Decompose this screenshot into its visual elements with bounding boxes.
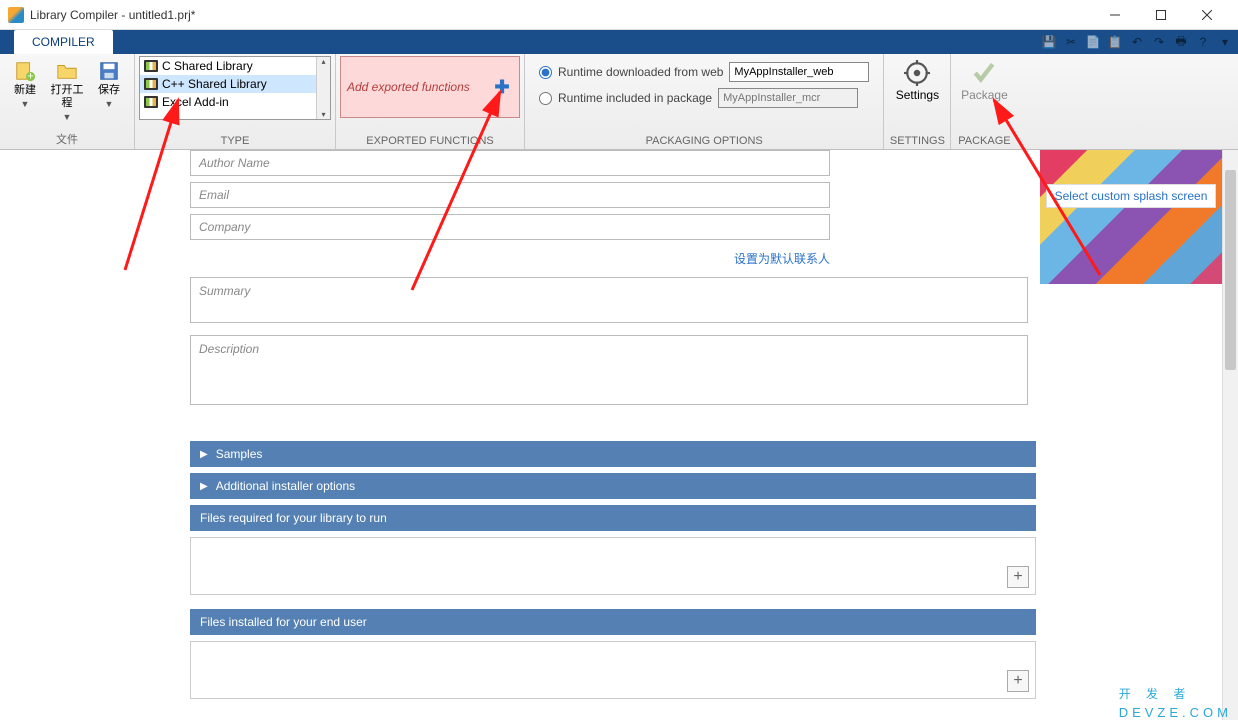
open-icon — [56, 60, 78, 82]
settings-button[interactable]: Settings — [888, 56, 946, 102]
type-listbox[interactable]: C Shared Library C++ Shared Library Exce… — [139, 56, 331, 120]
redo-icon[interactable]: ↷ — [1150, 33, 1168, 51]
cut-icon[interactable]: ✂ — [1062, 33, 1080, 51]
library-icon — [144, 78, 158, 90]
section-required-files: Files required for your library to run — [190, 505, 1036, 531]
quick-access-toolbar: 💾 ✂ 📄 📋 ↶ ↷ 🖶 ? ▾ — [1040, 30, 1234, 54]
add-installed-file-button[interactable]: + — [1007, 670, 1029, 692]
scrollbar[interactable]: ▴▾ — [316, 57, 330, 119]
default-contact-link[interactable]: 设置为默认联系人 — [190, 246, 830, 277]
runtime-package-option[interactable]: Runtime included in package — [539, 88, 869, 108]
paste-icon[interactable]: 📋 — [1106, 33, 1124, 51]
svg-text:+: + — [27, 70, 33, 82]
exported-functions-box[interactable]: Add exported functions ✚ — [340, 56, 520, 118]
app-icon — [8, 7, 24, 23]
author-field[interactable]: Author Name — [190, 150, 830, 176]
minimize-button[interactable] — [1092, 0, 1138, 30]
more-icon[interactable]: ▾ — [1216, 33, 1234, 51]
window-title: Library Compiler - untitled1.prj* — [30, 8, 1092, 22]
ribbon-group-settings: Settings SETTINGS — [884, 54, 951, 149]
package-button[interactable]: Package — [955, 56, 1013, 102]
tabstrip: COMPILER 💾 ✂ 📄 📋 ↶ ↷ 🖶 ? ▾ — [0, 30, 1238, 54]
chevron-down-icon: ▼ — [63, 112, 72, 122]
ribbon-group-exported: Add exported functions ✚ EXPORTED FUNCTI… — [336, 54, 525, 149]
runtime-web-option[interactable]: Runtime downloaded from web — [539, 62, 869, 82]
type-item[interactable]: C Shared Library — [140, 57, 330, 75]
installed-files-box[interactable]: + — [190, 641, 1036, 699]
close-button[interactable] — [1184, 0, 1230, 30]
scrollbar-thumb[interactable] — [1225, 170, 1236, 370]
email-field[interactable]: Email — [190, 182, 830, 208]
check-icon — [971, 60, 997, 86]
save-button[interactable]: 保存 ▼ — [88, 56, 130, 109]
help-icon[interactable]: ? — [1194, 33, 1212, 51]
section-samples[interactable]: ▶Samples — [190, 441, 1036, 467]
add-function-button[interactable]: ✚ — [491, 76, 513, 98]
library-icon — [144, 60, 158, 72]
main-scroll[interactable]: Author Name Email Company 设置为默认联系人 Summa… — [0, 150, 1238, 720]
chevron-right-icon: ▶ — [200, 481, 208, 492]
gear-icon — [904, 60, 930, 86]
ribbon-group-packaging: Runtime downloaded from web Runtime incl… — [525, 54, 884, 149]
company-field[interactable]: Company — [190, 214, 830, 240]
runtime-web-field[interactable] — [729, 62, 869, 82]
ribbon-group-type: C Shared Library C++ Shared Library Exce… — [135, 54, 336, 149]
type-item[interactable]: Excel Add-in — [140, 93, 330, 111]
summary-field[interactable]: Summary — [190, 277, 1028, 323]
print-icon[interactable]: 🖶 — [1172, 33, 1190, 51]
ribbon: + 新建 ▼ 打开工程 ▼ 保存 ▼ 文件 C Shared Library C… — [0, 54, 1238, 150]
section-additional-options[interactable]: ▶Additional installer options — [190, 473, 1036, 499]
type-item-selected[interactable]: C++ Shared Library — [140, 75, 330, 93]
watermark: 开 发 者 DEVZE.COM — [1119, 673, 1232, 720]
save-icon[interactable]: 💾 — [1040, 33, 1058, 51]
new-button[interactable]: + 新建 ▼ — [4, 56, 46, 109]
new-icon: + — [14, 60, 36, 82]
runtime-package-field — [718, 88, 858, 108]
library-info-form: Author Name Email Company 设置为默认联系人 Summa… — [190, 150, 1036, 405]
tab-compiler[interactable]: COMPILER — [14, 30, 113, 54]
required-files-box[interactable]: + — [190, 537, 1036, 595]
copy-icon[interactable]: 📄 — [1084, 33, 1102, 51]
section-installed-files: Files installed for your end user — [190, 609, 1036, 635]
description-field[interactable]: Description — [190, 335, 1028, 405]
runtime-web-radio[interactable] — [539, 66, 552, 79]
titlebar: Library Compiler - untitled1.prj* — [0, 0, 1238, 30]
runtime-package-radio[interactable] — [539, 92, 552, 105]
vertical-scrollbar[interactable] — [1222, 150, 1238, 720]
splash-screen-selector[interactable]: Select custom splash screen — [1040, 150, 1222, 284]
chevron-down-icon: ▼ — [105, 99, 114, 109]
undo-icon[interactable]: ↶ — [1128, 33, 1146, 51]
open-button[interactable]: 打开工程 ▼ — [46, 56, 88, 122]
maximize-button[interactable] — [1138, 0, 1184, 30]
ribbon-group-file: + 新建 ▼ 打开工程 ▼ 保存 ▼ 文件 — [0, 54, 135, 149]
ribbon-group-package: Package PACKAGE — [951, 54, 1017, 149]
add-required-file-button[interactable]: + — [1007, 566, 1029, 588]
save-icon — [98, 60, 120, 82]
chevron-right-icon: ▶ — [200, 449, 208, 460]
chevron-down-icon: ▼ — [21, 99, 30, 109]
library-icon — [144, 96, 158, 108]
